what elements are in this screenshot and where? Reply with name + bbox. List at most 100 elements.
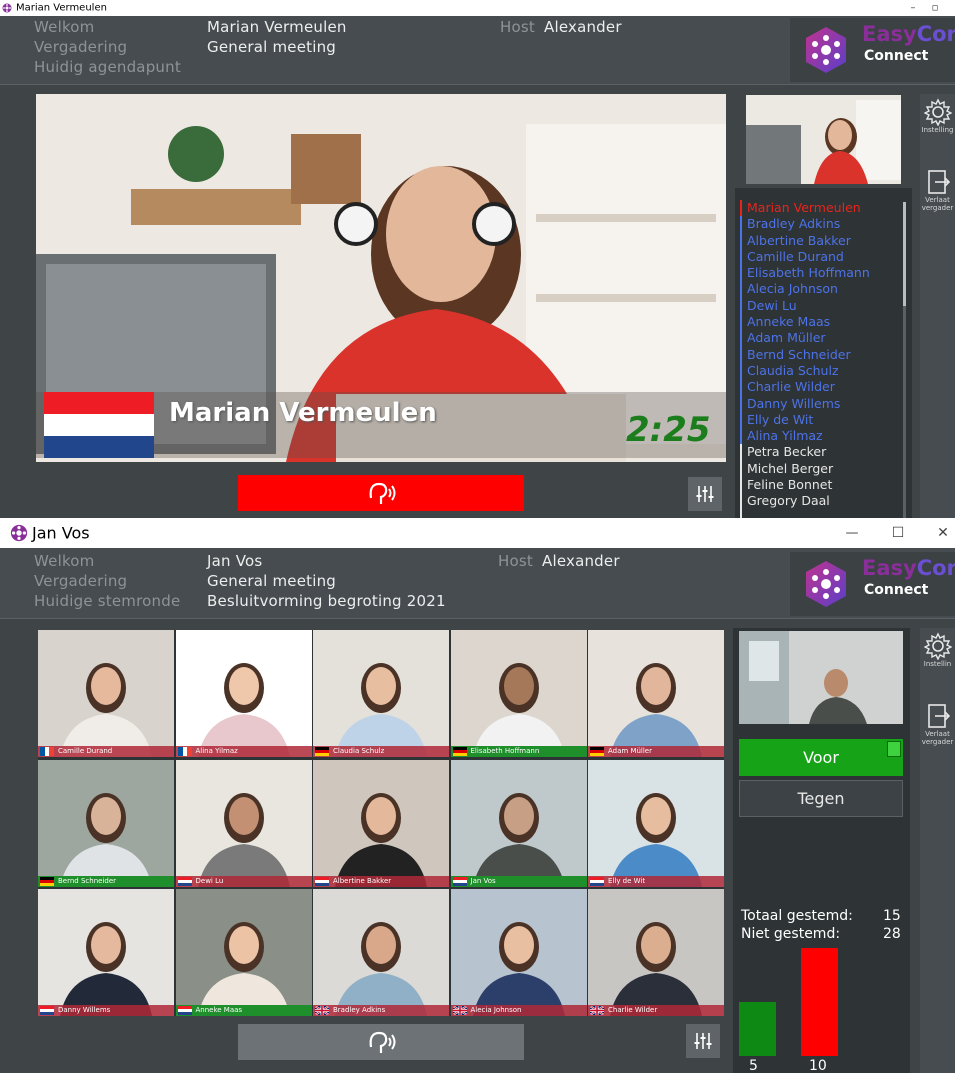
welcome-label: Welkom xyxy=(34,552,95,570)
participant-present[interactable]: Alecia Johnson xyxy=(747,281,870,297)
de-flag-icon xyxy=(315,747,329,756)
leave-label-1: Verlaat xyxy=(925,730,950,738)
video-tile[interactable]: Adam Müller xyxy=(588,630,724,757)
video-tile[interactable]: Alecia Johnson xyxy=(450,889,587,1016)
tile-participant-name: Camille Durand xyxy=(58,747,113,755)
tile-participant-name: Alina Yilmaz xyxy=(195,747,238,755)
tile-name-bar: Alina Yilmaz xyxy=(175,746,312,757)
tile-participant-name: Bradley Adkins xyxy=(333,1006,386,1014)
participant-video-image xyxy=(175,759,312,887)
nl-flag xyxy=(44,392,154,458)
participant-present[interactable]: Alina Yilmaz xyxy=(747,428,870,444)
exit-icon xyxy=(927,170,950,194)
right-sidebar: Instellin Verlaat vergader xyxy=(920,628,955,1073)
participant-present[interactable]: Anneke Maas xyxy=(747,314,870,330)
user-name: Jan Vos xyxy=(207,552,263,570)
participant-present[interactable]: Bradley Adkins xyxy=(747,216,870,232)
meeting-label: Vergadering xyxy=(34,38,128,56)
tile-name-bar: Claudia Schulz xyxy=(313,746,449,757)
participant-present[interactable]: Albertine Bakker xyxy=(747,233,870,249)
total-voted-value: 15 xyxy=(883,908,901,924)
meeting-name: General meeting xyxy=(207,572,337,590)
leave-meeting-button[interactable]: Verlaat vergader xyxy=(920,164,955,224)
video-tile[interactable]: Charlie Wilder xyxy=(588,889,724,1016)
tile-name-bar: Albertine Bakker xyxy=(313,875,449,887)
speaker-video: Marian Vermeulen 2:25 xyxy=(36,94,726,462)
speaker-name: Marian Vermeulen xyxy=(169,398,437,428)
video-tile[interactable]: Dewi Lu xyxy=(175,759,312,887)
title-bar: Jan Vos — ☐ ✕ xyxy=(0,518,955,548)
scrollbar-thumb[interactable] xyxy=(903,202,906,306)
vote-selected-indicator xyxy=(887,741,901,757)
tile-participant-name: Bernd Schneider xyxy=(58,876,117,885)
video-tile[interactable]: Jan Vos xyxy=(450,759,587,887)
video-tile[interactable]: Anneke Maas xyxy=(175,889,312,1016)
window-title: Marian Vermeulen xyxy=(16,2,107,14)
agenda-label: Huidig agendapunt xyxy=(34,58,181,76)
participant-present[interactable]: Bernd Schneider xyxy=(747,347,870,363)
participant-present[interactable]: Claudia Schulz xyxy=(747,363,870,379)
right-sidebar: Instelling Verlaat vergader xyxy=(920,94,955,518)
tile-name-bar: Danny Willems xyxy=(38,1005,174,1016)
speaking-indicator xyxy=(740,200,742,216)
participant-present[interactable]: Camille Durand xyxy=(747,249,870,265)
participant-present[interactable]: Elisabeth Hoffmann xyxy=(747,265,870,281)
participant-present[interactable]: Adam Müller xyxy=(747,330,870,346)
participant-video-image xyxy=(313,630,449,757)
voting-panel: Voor Tegen Totaal gestemd: 15 Niet geste… xyxy=(733,628,910,1073)
tile-participant-name: Adam Müller xyxy=(608,747,652,755)
video-tile[interactable]: Claudia Schulz xyxy=(313,630,449,757)
self-video xyxy=(746,95,901,184)
voting-round-name: Besluitvorming begroting 2021 xyxy=(207,592,446,610)
user-name: Marian Vermeulen xyxy=(207,18,347,36)
video-tile[interactable]: Albertine Bakker xyxy=(313,759,449,887)
video-tile[interactable]: Danny Willems xyxy=(38,889,174,1016)
video-tile[interactable]: Elly de Wit xyxy=(588,759,724,887)
video-tile[interactable]: Alina Yilmaz xyxy=(175,630,312,757)
vote-against-label: Tegen xyxy=(797,789,845,808)
maximize-button[interactable]: ☐ xyxy=(886,525,910,541)
participant-present[interactable]: Danny Willems xyxy=(747,396,870,412)
request-to-speak-button[interactable] xyxy=(238,475,524,511)
tile-name-bar: Elly de Wit xyxy=(588,875,724,887)
video-tile[interactable]: Bradley Adkins xyxy=(313,889,449,1016)
request-to-speak-icon xyxy=(369,1031,396,1053)
participant-absent[interactable]: Michel Berger xyxy=(747,461,870,477)
participant-speaking[interactable]: Marian Vermeulen xyxy=(747,200,870,216)
tile-name-bar: Bradley Adkins xyxy=(313,1005,449,1016)
video-tile[interactable]: Camille Durand xyxy=(38,630,174,757)
leave-meeting-button[interactable]: Verlaat vergader xyxy=(920,698,955,758)
vote-for-button[interactable]: Voor xyxy=(739,739,903,776)
tile-participant-name: Elisabeth Hoffmann xyxy=(470,747,540,755)
app-icon xyxy=(2,3,12,13)
minimize-button[interactable]: — xyxy=(840,526,864,541)
leave-label-2: vergader xyxy=(921,204,954,212)
minimize-button[interactable]: – xyxy=(906,3,920,14)
participant-absent[interactable]: Petra Becker xyxy=(747,444,870,460)
vote-for-label: Voor xyxy=(803,748,839,767)
participant-present[interactable]: Charlie Wilder xyxy=(747,379,870,395)
participants-scrollbar[interactable] xyxy=(903,202,906,530)
settings-button[interactable]: Instelling xyxy=(920,94,955,154)
video-tile[interactable]: Bernd Schneider xyxy=(38,759,174,887)
vote-against-button[interactable]: Tegen xyxy=(739,780,903,817)
audio-settings-button[interactable] xyxy=(686,1024,720,1058)
logo-wordmark: EasyConf xyxy=(862,556,955,580)
logo-hexagon-icon xyxy=(806,27,846,73)
participant-present[interactable]: Dewi Lu xyxy=(747,298,870,314)
easyconf-logo: EasyConf Connect xyxy=(790,552,955,616)
audio-settings-button[interactable] xyxy=(688,477,722,511)
participant-absent[interactable]: Gregory Daal xyxy=(747,493,870,509)
settings-button[interactable]: Instellin xyxy=(920,628,955,688)
participants-panel: Marian Vermeulen Bradley Adkins Albertin… xyxy=(735,188,912,534)
sliders-icon xyxy=(696,486,714,502)
video-tile[interactable]: Elisabeth Hoffmann xyxy=(450,630,587,757)
close-button[interactable]: ✕ xyxy=(932,525,954,541)
restore-button[interactable]: ▫ xyxy=(928,3,942,14)
request-to-speak-button[interactable] xyxy=(238,1024,524,1060)
app-area: Welkom Vergadering Huidige stemronde Jan… xyxy=(0,548,955,1073)
participant-present[interactable]: Elly de Wit xyxy=(747,412,870,428)
tile-participant-name: Alecia Johnson xyxy=(470,1006,522,1014)
tile-participant-name: Anneke Maas xyxy=(195,1006,243,1014)
participant-absent[interactable]: Feline Bonnet xyxy=(747,477,870,493)
